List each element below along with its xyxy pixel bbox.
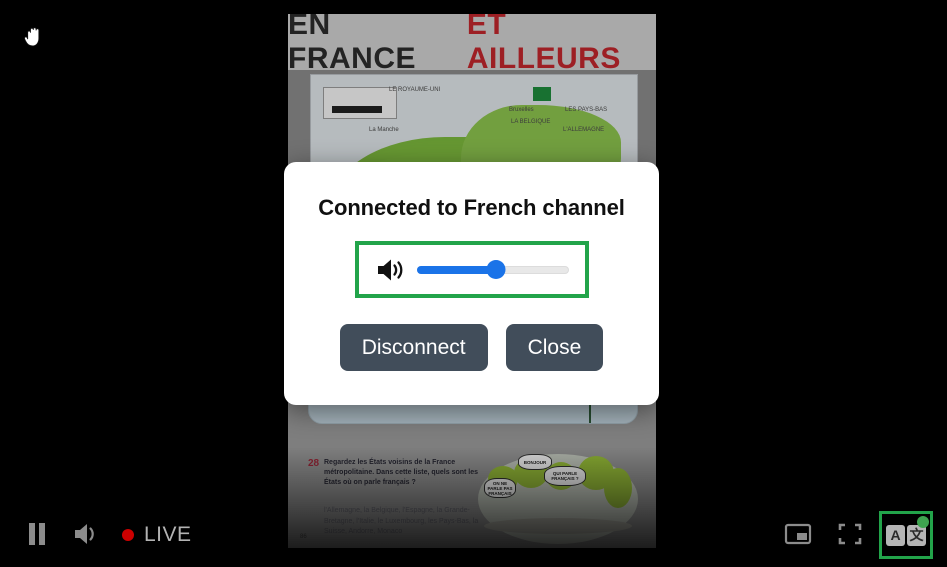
exercise-question: Regardez les États voisins de la France … xyxy=(324,459,479,487)
speech-bubble: ON NE PARLE PAS FRANÇAIS xyxy=(484,478,516,498)
video-heading-part2: ET AILLEURS xyxy=(466,14,621,75)
picture-in-picture-button[interactable] xyxy=(775,512,821,558)
map-label-netherlands: LES PAYS-BAS xyxy=(565,107,608,113)
controls-right-group: A 文 xyxy=(775,511,933,559)
speech-bubble: BONJOUR xyxy=(518,454,552,470)
map-label-belgium: LA BELGIQUE xyxy=(511,119,551,125)
dialog-volume-row xyxy=(354,241,589,298)
disconnect-button[interactable]: Disconnect xyxy=(339,324,488,372)
map-label-channel: La Manche xyxy=(369,127,399,133)
volume-button[interactable] xyxy=(64,512,110,558)
translate-latin-glyph: A xyxy=(886,524,905,546)
video-heading-part1: EN FRANCE xyxy=(288,14,416,75)
exercise-number: 28 xyxy=(308,458,320,469)
pause-button[interactable] xyxy=(14,512,60,558)
map-label-brussels: Bruxelles xyxy=(509,107,534,113)
volume-slider-thumb[interactable] xyxy=(486,260,506,279)
volume-high-icon xyxy=(73,521,101,550)
connected-dialog: Connected to French channel Disconnect C… xyxy=(284,162,659,405)
map-label-uk: LE ROYAUME-UNI xyxy=(389,87,441,93)
live-dot-icon xyxy=(122,529,134,541)
translate-active-badge xyxy=(917,516,929,528)
translate-button[interactable]: A 文 xyxy=(879,511,933,559)
fullscreen-button[interactable] xyxy=(827,512,873,558)
controls-left-group: LIVE xyxy=(14,512,192,558)
player-control-bar: LIVE A 文 xyxy=(0,503,947,567)
pause-icon xyxy=(25,521,49,550)
live-label: LIVE xyxy=(144,523,192,546)
dialog-title: Connected to French channel xyxy=(318,195,625,220)
dialog-actions: Disconnect Close xyxy=(339,324,604,372)
live-indicator[interactable]: LIVE xyxy=(122,523,192,547)
hand-grab-cursor-icon xyxy=(22,23,48,51)
picture-in-picture-icon xyxy=(784,522,812,549)
volume-high-icon[interactable] xyxy=(374,257,408,283)
speech-bubble: QUI PARLE FRANÇAIS ? xyxy=(544,466,586,486)
volume-slider-fill xyxy=(416,265,496,274)
volume-slider[interactable] xyxy=(416,259,569,281)
map-flag-icon xyxy=(533,87,551,101)
video-player: EN FRANCE ET AILLEURS LE ROYAUME-UNI La … xyxy=(0,0,947,567)
map-label-germany: L'ALLEMAGNE xyxy=(563,127,605,133)
illustration-tree-icon xyxy=(604,468,632,508)
map-legend xyxy=(323,87,397,119)
close-button[interactable]: Close xyxy=(505,324,604,372)
fullscreen-icon xyxy=(837,522,863,549)
video-heading: EN FRANCE ET AILLEURS xyxy=(288,14,656,75)
